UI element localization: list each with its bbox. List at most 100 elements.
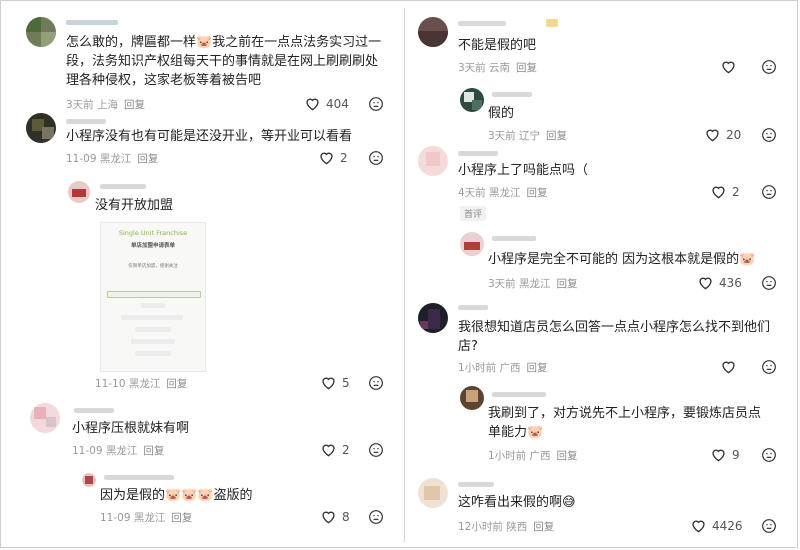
dislike-face-icon[interactable] [368, 375, 384, 391]
reply-button[interactable]: 回复 [546, 130, 567, 142]
comment-text: 不能是假的吧 [458, 38, 537, 53]
like-button[interactable]: 4426 [690, 518, 743, 533]
comment-text: 小程序上了吗能点吗（ [458, 163, 589, 178]
comment-text: 小程序是完全不可能的 因为这根本就是假的🐷 [488, 252, 756, 267]
reply-button[interactable]: 回复 [527, 362, 548, 374]
username-blurred[interactable] [458, 21, 506, 26]
comment-meta: 3天前 上海 回复 [66, 99, 146, 111]
dislike-face-icon[interactable] [761, 127, 777, 143]
avatar[interactable] [30, 403, 60, 433]
heart-outline-icon [712, 449, 725, 462]
username-blurred[interactable] [100, 184, 146, 189]
username-blurred[interactable] [66, 119, 106, 124]
dislike-face-icon[interactable] [761, 447, 777, 463]
reply-button[interactable]: 回复 [143, 445, 164, 457]
heart-outline-icon [699, 277, 712, 290]
dislike-face-icon[interactable] [368, 96, 384, 112]
reply-button[interactable]: 回复 [533, 521, 554, 533]
dislike-face-icon[interactable] [761, 359, 777, 375]
comment-meta: 1小时前 广西 回复 [488, 450, 578, 462]
dislike-face-icon[interactable] [761, 59, 777, 75]
reply-button[interactable]: 回复 [137, 153, 158, 165]
heart-outline-icon [322, 511, 335, 524]
avatar[interactable] [460, 232, 484, 256]
like-button[interactable]: 2 [710, 184, 740, 199]
heart-outline-icon [322, 377, 335, 390]
reply-button[interactable]: 回复 [124, 99, 145, 111]
avatar[interactable] [418, 146, 448, 176]
reply-button[interactable]: 回复 [516, 62, 537, 74]
heart-outline-icon [322, 444, 335, 457]
column-divider [404, 8, 405, 542]
comment-meta: 11-09 黑龙江 回复 [100, 512, 193, 524]
avatar[interactable] [68, 181, 90, 203]
comment-meta: 1小时前 广西 回复 [458, 362, 548, 374]
username-blurred[interactable] [458, 482, 494, 487]
heart-outline-icon [722, 61, 735, 74]
image-title: Single Unit Franchise [118, 229, 188, 237]
dislike-face-icon[interactable] [761, 518, 777, 534]
comment-text: 小程序没有也有可能是还没开业，等开业可以看看 [66, 129, 353, 144]
image-subtitle: 单店加盟申请表单 [130, 243, 175, 249]
username-blurred[interactable] [458, 305, 488, 310]
username-blurred[interactable] [492, 92, 532, 97]
comment-meta: 11-09 黑龙江 回复 [72, 445, 165, 457]
reply-button[interactable]: 回复 [171, 512, 192, 524]
comment-text: 这咋看出来假的啊😅 [458, 495, 576, 510]
like-button[interactable] [720, 359, 742, 374]
comment-text: 小程序压根就妹有啊 [72, 421, 190, 436]
heart-outline-icon [306, 98, 319, 111]
comment-meta: 3天前 黑龙江 回复 [488, 278, 578, 290]
avatar[interactable] [460, 88, 484, 112]
reply-button[interactable]: 回复 [557, 450, 578, 462]
heart-outline-icon [722, 361, 735, 374]
comment-text: 假的 [488, 106, 515, 121]
dislike-face-icon[interactable] [761, 275, 777, 291]
heart-outline-icon [320, 152, 333, 165]
comment-text: 因为是假的🐷🐷🐷盗版的 [100, 488, 253, 503]
like-button[interactable]: 8 [320, 509, 350, 524]
heart-outline-icon [706, 129, 719, 142]
like-button[interactable]: 5 [320, 375, 350, 390]
badge-blurred [546, 19, 558, 27]
like-button[interactable]: 2 [320, 442, 350, 457]
heart-outline-icon [712, 186, 725, 199]
comment-text: 我很想知道店员怎么回答一点点小程序怎么找不到他们店? [458, 320, 771, 354]
dislike-face-icon[interactable] [368, 509, 384, 525]
avatar[interactable] [418, 478, 448, 508]
first-comment-tag: 首评 [460, 206, 487, 221]
like-button[interactable]: 436 [697, 275, 742, 290]
like-button[interactable]: 9 [710, 447, 740, 462]
username-blurred[interactable] [458, 151, 498, 156]
like-button[interactable]: 20 [704, 127, 741, 142]
username-blurred[interactable] [492, 236, 536, 241]
like-button[interactable]: 404 [304, 96, 349, 111]
avatar[interactable] [26, 113, 56, 143]
username-blurred[interactable] [104, 475, 174, 480]
avatar[interactable] [82, 473, 96, 487]
attached-image[interactable]: Single Unit Franchise 单店加盟申请表单 仅限单店加盟，感谢… [100, 222, 206, 372]
comment-meta: 4天前 黑龙江 回复 [458, 187, 548, 199]
avatar[interactable] [418, 17, 448, 47]
avatar[interactable] [418, 303, 448, 333]
heart-outline-icon [692, 520, 705, 533]
avatar[interactable] [26, 17, 56, 47]
username-blurred[interactable] [492, 392, 546, 397]
reply-button[interactable]: 回复 [166, 378, 187, 390]
username-blurred[interactable] [66, 20, 118, 25]
comment-meta: 11-09 黑龙江 回复 [66, 153, 159, 165]
avatar[interactable] [460, 386, 484, 410]
like-button[interactable]: 2 [318, 150, 348, 165]
reply-button[interactable]: 回复 [527, 187, 548, 199]
comment-meta: 3天前 辽宁 回复 [488, 130, 568, 142]
dislike-face-icon[interactable] [368, 150, 384, 166]
like-button[interactable] [720, 59, 742, 74]
comment-meta: 3天前 云南 回复 [458, 62, 538, 74]
dislike-face-icon[interactable] [368, 442, 384, 458]
username-blurred[interactable] [74, 408, 114, 413]
image-note: 仅限单店加盟，感谢关注 [128, 264, 178, 269]
comment-text: 我刷到了，对方说先不上小程序，要锻炼店员点单能力🐷 [488, 406, 762, 440]
reply-button[interactable]: 回复 [557, 278, 578, 290]
comment-meta: 11-10 黑龙江 回复 [95, 378, 188, 390]
dislike-face-icon[interactable] [761, 184, 777, 200]
